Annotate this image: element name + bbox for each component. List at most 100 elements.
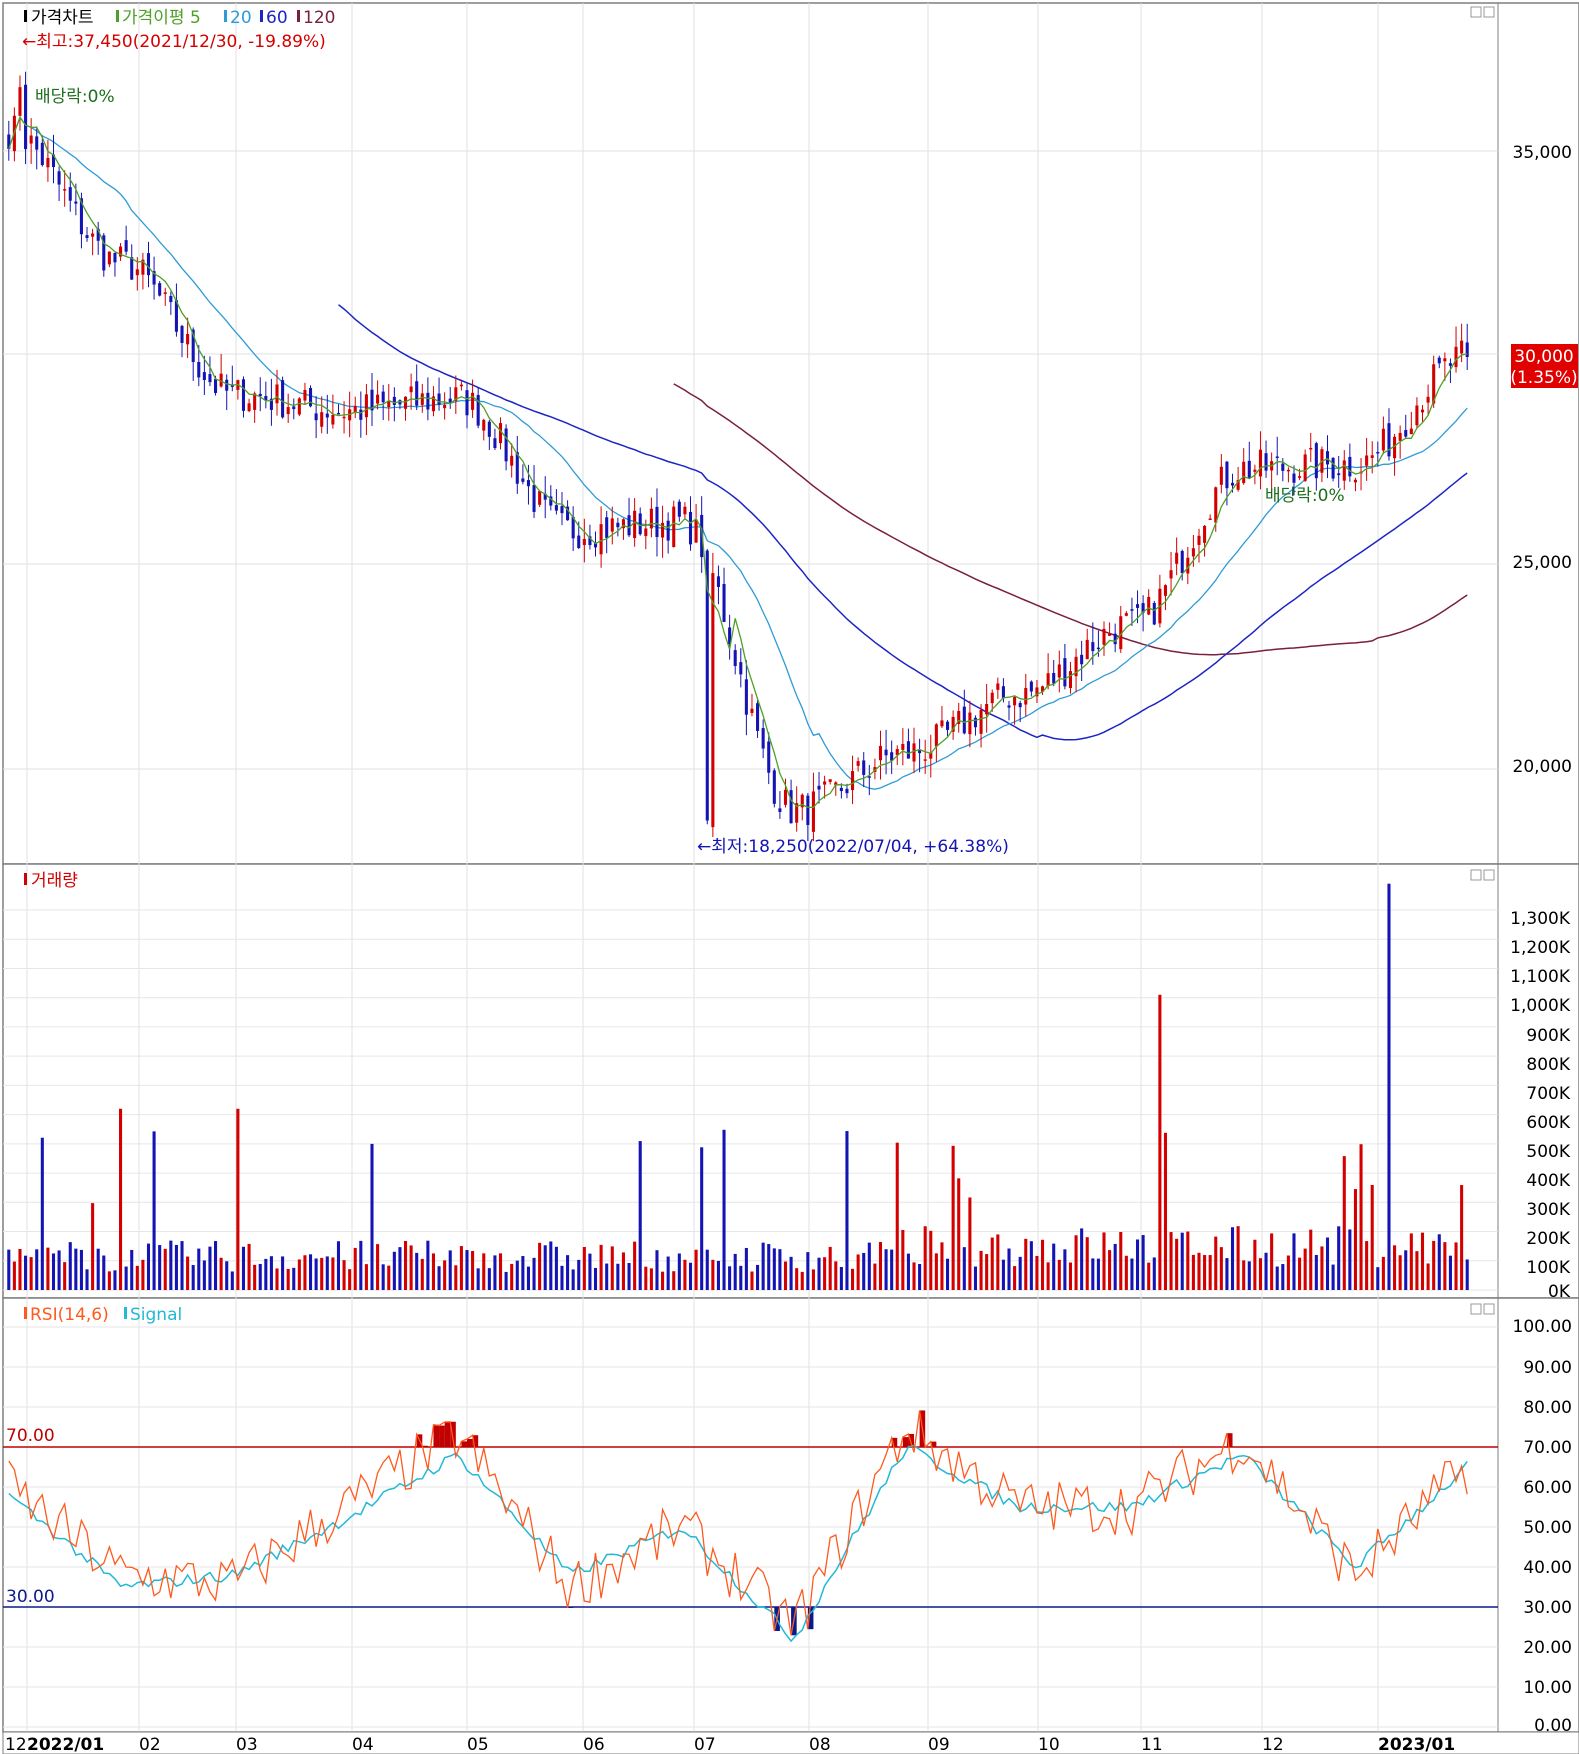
minimize-icon[interactable]: [1470, 1303, 1482, 1315]
close-icon[interactable]: [1483, 1303, 1495, 1315]
candle-body: [308, 387, 313, 407]
candle-body: [107, 251, 111, 265]
volume-bar: [672, 1271, 676, 1290]
volume-bar: [135, 1265, 139, 1290]
volume-bar: [560, 1265, 564, 1290]
price-tick-20000: 20,000: [1513, 757, 1572, 777]
volume-bar: [1152, 1257, 1156, 1290]
candle-body: [415, 381, 419, 406]
candle-body: [677, 501, 681, 517]
volume-bar: [1365, 1241, 1369, 1290]
volume-bar: [1286, 1255, 1290, 1290]
candle-body: [1080, 654, 1084, 665]
volume-bar: [63, 1262, 67, 1290]
candle-body: [694, 519, 698, 543]
volume-bar: [1376, 1267, 1380, 1290]
candle-body: [644, 528, 648, 537]
candle-body: [46, 157, 50, 168]
volume-bar: [454, 1265, 458, 1290]
volume-bar: [677, 1253, 681, 1290]
candle-body: [225, 379, 229, 391]
volume-bar: [174, 1244, 178, 1290]
volume-bar: [593, 1267, 598, 1290]
volume-bar: [225, 1261, 229, 1290]
volume-bar: [476, 1268, 480, 1290]
candle-body: [426, 392, 430, 410]
volume-bar: [566, 1255, 570, 1290]
volume-bar: [1186, 1231, 1190, 1290]
volume-bar: [1057, 1259, 1061, 1290]
candle-body: [1096, 647, 1100, 650]
candle-body: [1102, 628, 1106, 645]
volume-bar: [1415, 1251, 1419, 1290]
candle-body: [1247, 460, 1251, 478]
volume-bar: [1102, 1232, 1106, 1290]
volume-bar: [320, 1257, 324, 1290]
volume-bar: [471, 1250, 475, 1290]
volume-bar: [498, 1253, 503, 1290]
candle-body: [1219, 466, 1223, 485]
volume-bar: [437, 1266, 441, 1290]
volume-bar: [68, 1242, 72, 1290]
volume-bar: [130, 1249, 134, 1290]
candle-body: [521, 478, 525, 482]
low-annotation: ←최저:18,250(2022/07/04, +64.38%): [697, 837, 1009, 857]
vol-tick: 200K: [1526, 1229, 1570, 1249]
volume-bar: [716, 1260, 720, 1290]
candle-body: [783, 789, 788, 805]
candle-body: [18, 87, 22, 116]
volume-bar: [1320, 1246, 1324, 1290]
candle-body: [465, 390, 469, 416]
vol-tick: 400K: [1526, 1171, 1570, 1191]
rsi-overbought-fill: [461, 1441, 467, 1447]
close-icon[interactable]: [1483, 869, 1495, 881]
volume-bar: [18, 1248, 22, 1290]
candle-body: [286, 407, 290, 415]
candle-body: [823, 781, 827, 785]
volume-bar: [616, 1263, 620, 1290]
volume-bar: [292, 1267, 296, 1290]
volume-bar: [1024, 1238, 1028, 1290]
candle-body: [655, 506, 659, 537]
candle-body: [113, 252, 117, 263]
candle-body: [1242, 461, 1246, 484]
volume-bar: [1325, 1237, 1330, 1290]
volume-bar: [247, 1243, 251, 1290]
volume-bar: [191, 1265, 195, 1290]
volume-bar: [1158, 994, 1162, 1290]
volume-bar: [856, 1254, 860, 1290]
candle-body: [158, 283, 162, 296]
minimize-icon[interactable]: [1470, 869, 1482, 881]
x-label: 12: [5, 1735, 27, 1754]
volume-bar: [40, 1137, 44, 1290]
candle-body: [180, 325, 184, 343]
dividend-annotation-1: 배당락:0%: [35, 87, 115, 107]
volume-bar: [538, 1242, 542, 1290]
volume-bar: [325, 1256, 329, 1290]
volume-bar: [1448, 1255, 1452, 1290]
volume-bar: [700, 1147, 704, 1290]
volume-bar: [1013, 1266, 1017, 1290]
volume-bar: [806, 1252, 810, 1290]
close-icon[interactable]: [1483, 6, 1495, 18]
volume-bar: [420, 1258, 424, 1290]
candle-body: [420, 393, 424, 405]
volume-bar: [493, 1255, 497, 1290]
volume-bar: [465, 1250, 469, 1290]
volume-bar: [51, 1253, 56, 1290]
current-price: 30,000: [1514, 347, 1573, 367]
rsi-overbought-fill: [902, 1437, 909, 1447]
volume-bar: [1191, 1254, 1195, 1290]
minimize-icon[interactable]: [1470, 6, 1482, 18]
volume-bar: [431, 1253, 436, 1290]
volume-bar: [811, 1269, 815, 1290]
candle-body: [1063, 658, 1067, 687]
candle-body: [1387, 423, 1391, 457]
volume-bar: [409, 1245, 413, 1290]
volume-bar: [990, 1237, 994, 1290]
volume-bar: [102, 1255, 106, 1290]
candle-body: [510, 455, 514, 466]
volume-bar: [605, 1263, 609, 1290]
volume-bar: [281, 1256, 285, 1290]
volume-bar: [348, 1269, 352, 1290]
